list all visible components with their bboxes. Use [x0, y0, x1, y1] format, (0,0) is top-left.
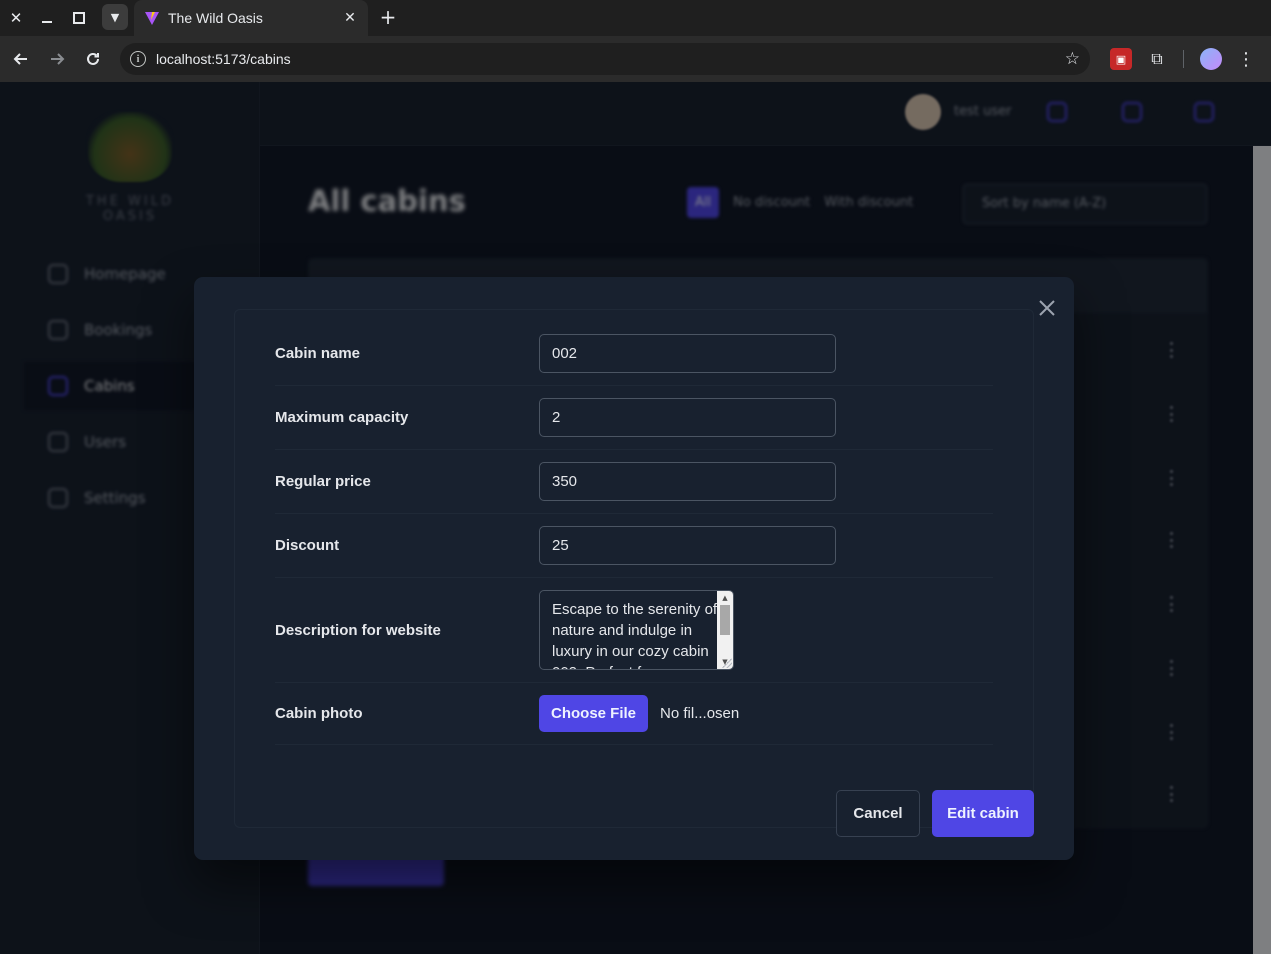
form-row-discount: Discount: [275, 514, 993, 578]
form-row-cabin-photo: Cabin photo Choose File No fil...osen: [275, 683, 993, 745]
description-textarea[interactable]: Escape to the serenity of nature and ind…: [540, 591, 718, 669]
edit-cabin-modal: Cabin name Maximum capacity Regular pric…: [194, 277, 1074, 860]
description-textarea-wrapper: Escape to the serenity of nature and ind…: [539, 590, 734, 670]
choose-file-button[interactable]: Choose File: [539, 695, 649, 732]
forward-arrow-icon[interactable]: [43, 45, 71, 73]
edit-cabin-button[interactable]: Edit cabin: [932, 790, 1034, 837]
form-row-regular-price: Regular price: [275, 450, 993, 514]
max-capacity-label: Maximum capacity: [275, 409, 409, 426]
reload-icon[interactable]: [79, 45, 107, 73]
discount-input[interactable]: [539, 526, 836, 565]
bookmark-star-icon[interactable]: ☆: [1065, 49, 1080, 69]
edit-cabin-form: Cabin name Maximum capacity Regular pric…: [234, 309, 1034, 837]
form-row-cabin-name: Cabin name: [275, 322, 993, 386]
browser-tab-bar: ✕ ▼ The Wild Oasis ✕ +: [0, 0, 1271, 36]
regular-price-input[interactable]: [539, 462, 836, 501]
vite-favicon-icon: [145, 12, 159, 25]
address-bar[interactable]: i localhost:5173/cabins ☆: [120, 43, 1090, 75]
close-icon[interactable]: [1034, 295, 1060, 321]
tab-search-button[interactable]: ▼: [102, 4, 128, 30]
maximize-window-icon[interactable]: [63, 2, 95, 34]
profile-avatar-icon[interactable]: [1200, 48, 1222, 70]
max-capacity-input[interactable]: [539, 398, 836, 437]
tab-close-icon[interactable]: ✕: [342, 10, 358, 26]
new-tab-button[interactable]: +: [376, 4, 400, 30]
file-status-text: No fil...osen: [660, 705, 740, 722]
browser-menu-icon[interactable]: ⋮: [1236, 46, 1256, 72]
discount-label: Discount: [275, 537, 340, 554]
form-row-max-capacity: Maximum capacity: [275, 386, 993, 450]
minimize-window-icon[interactable]: [31, 2, 63, 34]
extension-icon[interactable]: ▣: [1110, 48, 1132, 70]
cancel-button[interactable]: Cancel: [836, 790, 920, 837]
cabin-photo-label: Cabin photo: [275, 705, 363, 722]
close-window-icon[interactable]: ✕: [0, 2, 32, 34]
browser-toolbar: i localhost:5173/cabins ☆ ▣ ⧉ ⋮: [0, 36, 1271, 82]
back-arrow-icon[interactable]: [7, 45, 35, 73]
browser-tab[interactable]: The Wild Oasis ✕: [134, 0, 368, 36]
tab-title: The Wild Oasis: [168, 10, 263, 26]
toolbar-divider: [1183, 50, 1184, 68]
form-row-description: Description for website Escape to the se…: [275, 578, 993, 683]
cabin-name-label: Cabin name: [275, 345, 361, 362]
regular-price-label: Regular price: [275, 473, 371, 490]
resize-handle-icon[interactable]: [722, 658, 732, 668]
scroll-up-arrow-icon[interactable]: ▲: [717, 591, 733, 605]
extensions-puzzle-icon[interactable]: ⧉: [1146, 48, 1168, 70]
url-text[interactable]: localhost:5173/cabins: [156, 51, 1065, 67]
chevron-down-icon: ▼: [110, 10, 120, 24]
description-label: Description for website: [275, 621, 441, 639]
scroll-thumb[interactable]: [720, 605, 730, 635]
site-info-icon[interactable]: i: [130, 51, 146, 67]
cabin-name-input[interactable]: [539, 334, 836, 373]
